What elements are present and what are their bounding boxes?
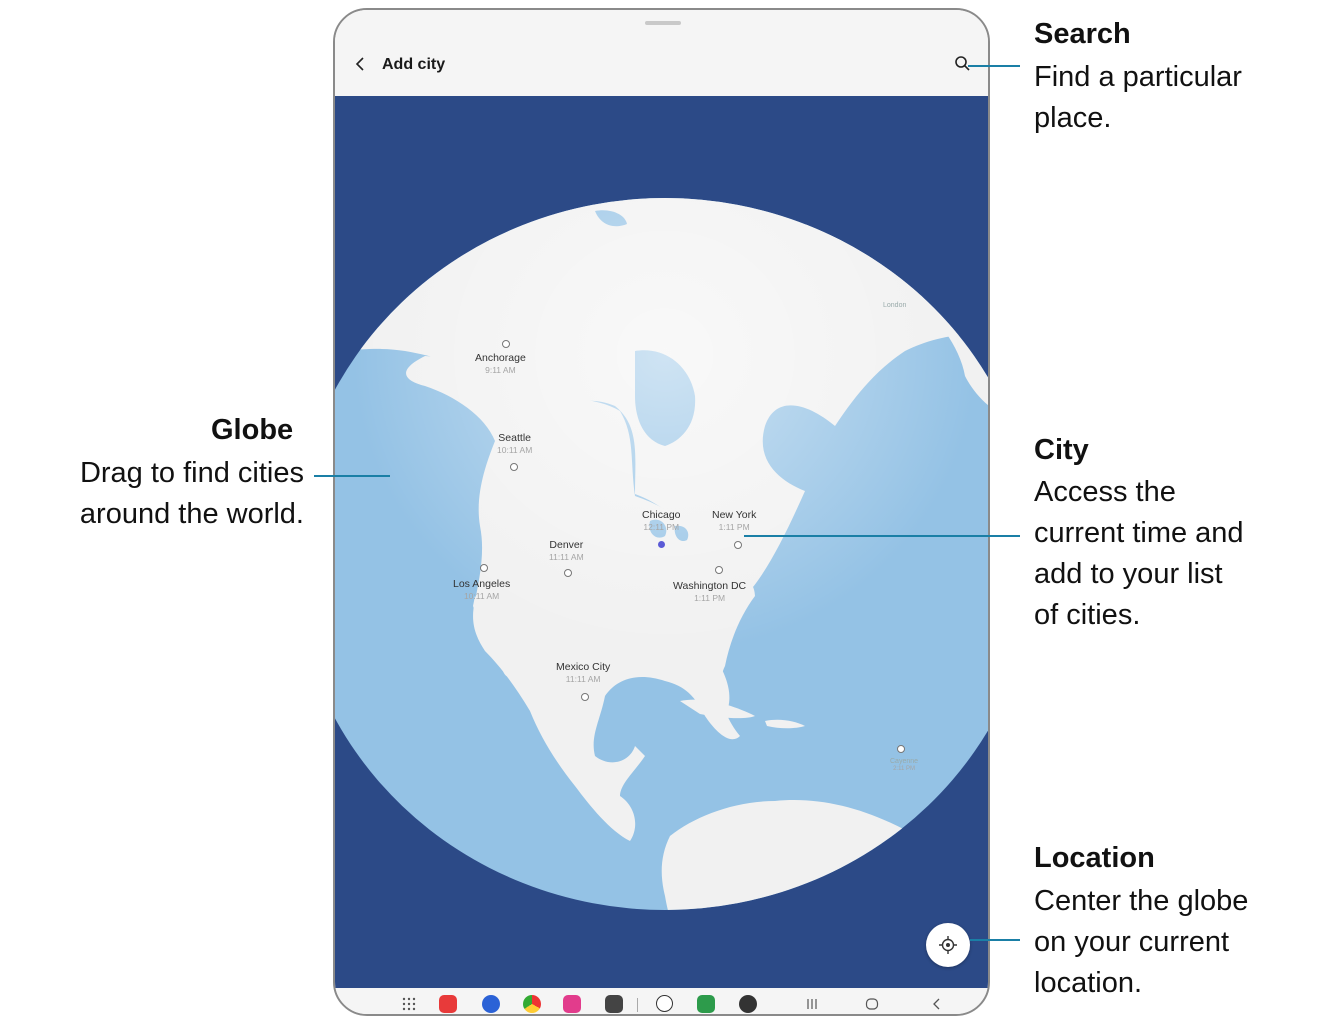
city-london[interactable]: London	[883, 302, 906, 309]
back-icon[interactable]	[353, 56, 369, 72]
callout-city-text: Access the current time and add to your …	[1034, 472, 1244, 636]
city-chicago[interactable]: Chicago 12:11 PM	[642, 509, 681, 532]
nav-back-icon[interactable]	[931, 997, 943, 1011]
gallery-app-icon[interactable]	[563, 995, 581, 1013]
city-marker[interactable]	[510, 463, 518, 471]
callout-line-text: location.	[1034, 967, 1143, 999]
city-mexico-city[interactable]: Mexico City 11:11 AM	[556, 661, 610, 684]
callout-location-title: Location	[1034, 842, 1155, 874]
location-callout-line	[970, 939, 1020, 941]
city-marker[interactable]	[734, 541, 742, 549]
city-cayenne[interactable]: Cayenne 2:11 PM	[890, 758, 918, 772]
city-washington-dc[interactable]: Washington DC 1:11 PM	[673, 580, 746, 603]
city-marker[interactable]	[581, 693, 589, 701]
settings-app-icon[interactable]	[739, 995, 757, 1013]
callout-city-title: City	[1034, 434, 1089, 466]
city-callout-line	[744, 535, 1020, 537]
location-button[interactable]	[926, 923, 970, 967]
callout-search-title: Search	[1034, 18, 1131, 50]
calculator-app-icon[interactable]	[697, 995, 715, 1013]
tablet-frame: Add city Anchorage 9:11 AM Seattle 10:11…	[333, 8, 990, 1016]
camera-app-icon[interactable]	[605, 995, 623, 1013]
city-new-york[interactable]: New York 1:11 PM	[712, 509, 756, 532]
globe-callout-line	[314, 475, 390, 477]
callout-search-text: Find a particular place.	[1034, 57, 1242, 139]
apps-grid-icon[interactable]	[402, 997, 416, 1011]
city-marker[interactable]	[564, 569, 572, 577]
callout-globe-text: Drag to find cities around the world.	[0, 453, 304, 535]
globe-map[interactable]: Anchorage 9:11 AM Seattle 10:11 AM Chicago…	[335, 96, 988, 988]
city-marker[interactable]	[502, 340, 510, 348]
taskbar-divider	[637, 998, 638, 1012]
app-bar: Add city	[335, 10, 988, 96]
callout-line-text: on your current	[1034, 926, 1230, 958]
callout-line-text: around the world.	[79, 498, 304, 530]
search-callout-line	[968, 65, 1020, 67]
callout-globe-title: Globe	[211, 414, 294, 446]
messages-app-icon[interactable]	[482, 995, 500, 1013]
callout-line-text: Drag to find cities	[79, 457, 304, 489]
notes-app-icon[interactable]	[439, 995, 457, 1013]
recents-icon[interactable]	[806, 998, 818, 1010]
city-denver[interactable]: Denver 11:11 AM	[549, 539, 584, 562]
callout-line-text: Find a particular	[1034, 61, 1242, 93]
callout-line-text: Access the	[1034, 476, 1176, 508]
city-marker[interactable]	[480, 564, 488, 572]
taskbar	[335, 988, 988, 1014]
city-anchorage[interactable]: Anchorage 9:11 AM	[475, 352, 526, 375]
city-marker-selected[interactable]	[658, 541, 665, 548]
callout-line-text: add to your list	[1034, 558, 1223, 590]
callout-line-text: Center the globe	[1034, 885, 1249, 917]
city-marker[interactable]	[897, 745, 905, 753]
callout-line-text: of cities.	[1034, 599, 1141, 631]
city-seattle[interactable]: Seattle 10:11 AM	[497, 432, 532, 455]
clock-app-icon[interactable]	[656, 995, 673, 1012]
page-title: Add city	[382, 56, 446, 73]
callout-line-text: current time and	[1034, 517, 1244, 549]
location-icon	[939, 936, 957, 954]
chrome-app-icon[interactable]	[523, 995, 541, 1013]
callout-location-text: Center the globe on your current locatio…	[1034, 881, 1248, 1004]
callout-line-text: place.	[1034, 102, 1112, 134]
city-marker[interactable]	[715, 566, 723, 574]
city-los-angeles[interactable]: Los Angeles 10:11 AM	[453, 578, 510, 601]
home-icon[interactable]	[865, 997, 879, 1011]
search-icon[interactable]	[954, 55, 972, 73]
drag-handle[interactable]	[645, 21, 681, 25]
